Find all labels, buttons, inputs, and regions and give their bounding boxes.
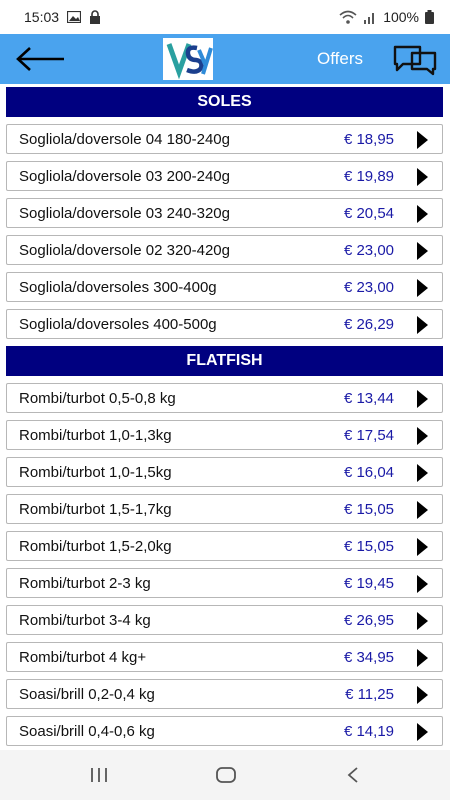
play-arrow-icon	[417, 501, 428, 519]
chat-button[interactable]	[392, 44, 438, 76]
item-name: Rombi/turbot 1,5-2,0kg	[19, 538, 172, 555]
item-name: Rombi/turbot 1,0-1,5kg	[19, 464, 172, 481]
item-price: € 20,54	[343, 205, 394, 222]
item-price: € 23,00	[343, 279, 394, 296]
recent-apps-button[interactable]	[84, 764, 114, 786]
item-price: € 14,19	[343, 723, 394, 740]
play-arrow-icon	[417, 575, 428, 593]
play-arrow-icon	[417, 612, 428, 630]
item-name: Rombi/turbot 0,5-0,8 kg	[19, 390, 176, 407]
play-arrow-icon	[417, 168, 428, 186]
item-name: Soasi/brill 0,2-0,4 kg	[19, 686, 155, 703]
list-item[interactable]: Sogliola/doversole 03 240-320g € 20,54	[6, 198, 443, 228]
wifi-icon	[339, 10, 357, 24]
section-header-flatfish: FLATFISH	[6, 346, 443, 376]
play-arrow-icon	[417, 649, 428, 667]
section-header-soles: SOLES	[6, 87, 443, 117]
back-icon	[347, 767, 358, 783]
vsy-logo-icon	[166, 43, 213, 80]
home-icon	[216, 767, 236, 783]
list-item[interactable]: Rombi/turbot 2-3 kg € 19,45	[6, 568, 443, 598]
play-arrow-icon	[417, 538, 428, 556]
item-price: € 11,25	[345, 686, 394, 703]
lock-icon	[90, 10, 101, 24]
chat-bubbles-icon	[393, 45, 437, 76]
item-price: € 15,05	[343, 538, 394, 555]
list-item[interactable]: Soasi/brill 0,2-0,4 kg € 11,25	[6, 679, 443, 709]
list-item[interactable]: Rombi/turbot 1,0-1,3kg € 17,54	[6, 420, 443, 450]
item-price: € 26,29	[343, 316, 394, 333]
play-arrow-icon	[417, 205, 428, 223]
app-bar: Offers	[0, 34, 450, 84]
battery-icon	[425, 10, 434, 24]
status-left: 15:03	[24, 9, 101, 25]
item-price: € 15,05	[343, 501, 394, 518]
item-name: Sogliola/doversole 02 320-420g	[19, 242, 230, 259]
item-name: Sogliola/doversole 03 240-320g	[19, 205, 230, 222]
system-nav-bar	[0, 750, 450, 800]
app-logo	[163, 38, 213, 80]
item-name: Rombi/turbot 1,5-1,7kg	[19, 501, 172, 518]
item-name: Rombi/turbot 3-4 kg	[19, 612, 151, 629]
list-item[interactable]: Rombi/turbot 3-4 kg € 26,95	[6, 605, 443, 635]
product-list[interactable]: SOLES Sogliola/doversole 04 180-240g € 1…	[0, 84, 450, 750]
item-price: € 17,54	[343, 427, 394, 444]
item-name: Soasi/brill 0,4-0,6 kg	[19, 723, 155, 740]
item-name: Sogliola/doversoles 400-500g	[19, 316, 217, 333]
item-name: Sogliola/doversole 04 180-240g	[19, 131, 230, 148]
item-price: € 16,04	[343, 464, 394, 481]
play-arrow-icon	[417, 316, 428, 334]
signal-icon	[364, 13, 375, 24]
list-item[interactable]: Sogliola/doversole 03 200-240g € 19,89	[6, 161, 443, 191]
status-bar: 15:03 100%	[0, 0, 450, 34]
item-price: € 26,95	[343, 612, 394, 629]
recent-apps-icon	[91, 768, 107, 782]
item-name: Rombi/turbot 4 kg+	[19, 649, 147, 666]
list-item[interactable]: Sogliola/doversoles 300-400g € 23,00	[6, 272, 443, 302]
play-arrow-icon	[417, 131, 428, 149]
item-price: € 23,00	[343, 242, 394, 259]
status-right: 100%	[339, 9, 434, 25]
list-item[interactable]: Sogliola/doversole 04 180-240g € 18,95	[6, 124, 443, 154]
play-arrow-icon	[417, 686, 428, 704]
home-button[interactable]	[211, 764, 241, 786]
status-time: 15:03	[24, 9, 60, 25]
list-item[interactable]: Sogliola/doversole 02 320-420g € 23,00	[6, 235, 443, 265]
list-item[interactable]: Rombi/turbot 1,0-1,5kg € 16,04	[6, 457, 443, 487]
play-arrow-icon	[417, 464, 428, 482]
item-name: Rombi/turbot 1,0-1,3kg	[19, 427, 172, 444]
list-item[interactable]: Soasi/brill 0,4-0,6 kg € 14,19	[6, 716, 443, 746]
play-arrow-icon	[417, 427, 428, 445]
play-arrow-icon	[417, 390, 428, 408]
system-back-button[interactable]	[338, 764, 368, 786]
item-price: € 34,95	[343, 649, 394, 666]
offers-link[interactable]: Offers	[317, 49, 363, 69]
play-arrow-icon	[417, 279, 428, 297]
item-price: € 18,95	[343, 131, 394, 148]
item-price: € 13,44	[343, 390, 394, 407]
back-arrow-icon	[16, 47, 64, 71]
item-name: Sogliola/doversole 03 200-240g	[19, 168, 230, 185]
list-item[interactable]: Rombi/turbot 0,5-0,8 kg € 13,44	[6, 383, 443, 413]
battery-level: 100%	[383, 9, 419, 25]
item-price: € 19,45	[343, 575, 394, 592]
list-item[interactable]: Rombi/turbot 1,5-1,7kg € 15,05	[6, 494, 443, 524]
back-button[interactable]	[12, 42, 68, 76]
item-name: Rombi/turbot 2-3 kg	[19, 575, 151, 592]
image-icon	[67, 11, 82, 23]
play-arrow-icon	[417, 242, 428, 260]
list-item[interactable]: Rombi/turbot 1,5-2,0kg € 15,05	[6, 531, 443, 561]
item-price: € 19,89	[343, 168, 394, 185]
play-arrow-icon	[417, 723, 428, 741]
list-item[interactable]: Sogliola/doversoles 400-500g € 26,29	[6, 309, 443, 339]
list-item[interactable]: Rombi/turbot 4 kg+ € 34,95	[6, 642, 443, 672]
item-name: Sogliola/doversoles 300-400g	[19, 279, 217, 296]
